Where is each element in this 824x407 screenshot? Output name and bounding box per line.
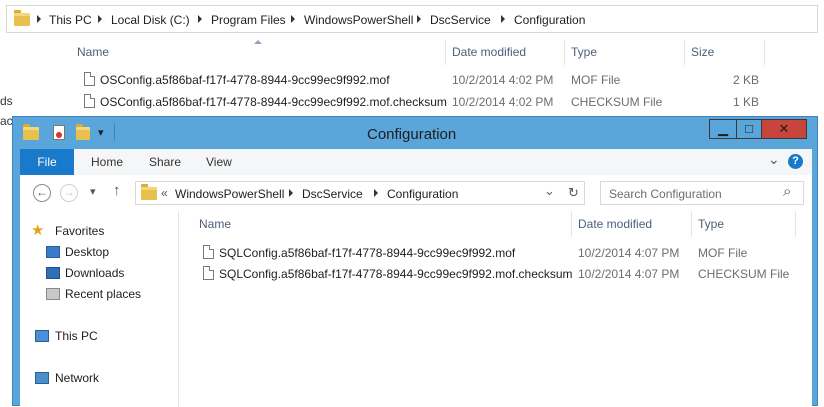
folder-icon bbox=[141, 184, 157, 200]
this-pc-icon bbox=[35, 330, 49, 342]
properties-icon[interactable] bbox=[53, 125, 65, 140]
network-icon bbox=[35, 372, 49, 384]
new-folder-icon[interactable] bbox=[76, 124, 90, 140]
breadcrumb-dscservice[interactable]: DscService bbox=[430, 13, 491, 27]
nav-item-favorites[interactable]: Favorites bbox=[55, 224, 104, 238]
file-icon bbox=[203, 266, 214, 280]
file-date: 10/2/2014 4:07 PM bbox=[578, 246, 680, 260]
address-bar[interactable]: « WindowsPowerShell DscService Configura… bbox=[135, 181, 585, 205]
breadcrumb-windowspowershell[interactable]: WindowsPowerShell bbox=[304, 13, 413, 27]
recent-locations-icon[interactable]: ▾ bbox=[90, 185, 96, 198]
column-header-name[interactable]: Name bbox=[199, 217, 231, 231]
sort-arrow-icon bbox=[254, 40, 262, 44]
background-address-bar[interactable]: This PC Local Disk (C:) Program Files Wi… bbox=[6, 5, 818, 33]
customize-quick-access-icon[interactable]: ▾ bbox=[98, 126, 104, 139]
file-type: CHECKSUM File bbox=[698, 267, 790, 281]
chevron-right-icon bbox=[37, 15, 41, 23]
chevron-right-icon bbox=[417, 15, 421, 23]
file-date: 10/2/2014 4:07 PM bbox=[578, 267, 680, 281]
title-separator bbox=[114, 123, 115, 141]
column-divider bbox=[571, 211, 572, 237]
folder-icon bbox=[14, 10, 30, 26]
file-size: 2 KB bbox=[733, 73, 760, 87]
breadcrumb-local-disk[interactable]: Local Disk (C:) bbox=[111, 13, 190, 27]
column-header-type[interactable]: Type bbox=[571, 45, 597, 59]
maximize-button[interactable]: □ bbox=[736, 119, 762, 139]
folder-icon bbox=[23, 124, 39, 140]
file-date: 10/2/2014 4:02 PM bbox=[452, 73, 554, 87]
up-button[interactable]: ↑ bbox=[113, 182, 121, 199]
nav-item-recent-places[interactable]: Recent places bbox=[65, 287, 141, 301]
star-icon: ★ bbox=[31, 222, 45, 239]
tab-file[interactable]: File bbox=[20, 149, 74, 175]
column-divider bbox=[764, 40, 765, 65]
search-icon[interactable]: ⌕ bbox=[783, 183, 791, 200]
content-area: ★ Favorites Desktop Downloads Recent pla… bbox=[20, 211, 812, 407]
address-overflow-icon[interactable]: « bbox=[161, 186, 168, 200]
file-type: MOF File bbox=[698, 246, 748, 260]
tab-share[interactable]: Share bbox=[149, 155, 181, 169]
breadcrumb-program-files[interactable]: Program Files bbox=[211, 13, 286, 27]
help-icon[interactable]: ? bbox=[788, 154, 803, 169]
column-header-name[interactable]: Name bbox=[77, 45, 109, 59]
file-size: 1 KB bbox=[733, 95, 760, 109]
background-nav-fragment: ac bbox=[0, 114, 13, 128]
ribbon-tabs: File Home Share View ⌄ ? bbox=[20, 149, 812, 176]
refresh-icon[interactable]: ↻ bbox=[568, 185, 579, 201]
column-header-date-modified[interactable]: Date modified bbox=[578, 217, 652, 231]
downloads-icon bbox=[46, 267, 60, 279]
file-name: SQLConfig.a5f86baf-f17f-4778-8944-9cc99e… bbox=[219, 267, 573, 281]
chevron-right-icon bbox=[501, 15, 505, 23]
forward-button[interactable]: → bbox=[60, 184, 78, 202]
address-dropdown-icon[interactable]: ⌄ bbox=[544, 183, 555, 199]
chevron-right-icon bbox=[291, 15, 295, 23]
desktop-icon bbox=[46, 246, 60, 258]
background-nav-fragment: ds bbox=[0, 94, 13, 108]
column-divider bbox=[684, 40, 685, 65]
back-button[interactable]: ← bbox=[33, 184, 51, 202]
close-button[interactable]: ✕ bbox=[761, 119, 807, 139]
chevron-right-icon bbox=[98, 15, 102, 23]
navigation-bar: ← → ▾ ↑ « WindowsPowerShell DscService C… bbox=[20, 175, 812, 211]
breadcrumb-configuration[interactable]: Configuration bbox=[387, 187, 458, 201]
minimize-button[interactable]: ▁ bbox=[709, 119, 737, 139]
column-divider bbox=[564, 40, 565, 65]
tab-home[interactable]: Home bbox=[91, 155, 123, 169]
file-date: 10/2/2014 4:02 PM bbox=[452, 95, 554, 109]
chevron-right-icon bbox=[198, 15, 202, 23]
column-header-type[interactable]: Type bbox=[698, 217, 724, 231]
chevron-right-icon bbox=[374, 189, 378, 197]
search-input[interactable]: Search Configuration bbox=[609, 187, 722, 201]
column-divider bbox=[691, 211, 692, 237]
file-name: OSConfig.a5f86baf-f17f-4778-8944-9cc99ec… bbox=[100, 95, 447, 109]
search-box[interactable]: Search Configuration ⌕ bbox=[600, 181, 804, 205]
column-header-date-modified[interactable]: Date modified bbox=[452, 45, 526, 59]
expand-ribbon-icon[interactable]: ⌄ bbox=[768, 151, 780, 168]
column-header-size[interactable]: Size bbox=[691, 45, 714, 59]
nav-item-desktop[interactable]: Desktop bbox=[65, 245, 109, 259]
window-title: Configuration bbox=[367, 126, 457, 143]
recent-places-icon bbox=[46, 288, 60, 300]
breadcrumb-windowspowershell[interactable]: WindowsPowerShell bbox=[175, 187, 284, 201]
nav-item-this-pc[interactable]: This PC bbox=[55, 329, 98, 343]
nav-item-downloads[interactable]: Downloads bbox=[65, 266, 124, 280]
tab-view[interactable]: View bbox=[206, 155, 232, 169]
breadcrumb-configuration[interactable]: Configuration bbox=[514, 13, 585, 27]
file-type: CHECKSUM File bbox=[571, 95, 663, 109]
chevron-right-icon bbox=[289, 189, 293, 197]
breadcrumb-this-pc[interactable]: This PC bbox=[49, 13, 92, 27]
breadcrumb-dscservice[interactable]: DscService bbox=[302, 187, 363, 201]
file-name: SQLConfig.a5f86baf-f17f-4778-8944-9cc99e… bbox=[219, 246, 516, 260]
explorer-window: ▾ Configuration ▁ □ ✕ File Home Share Vi… bbox=[12, 116, 818, 407]
file-icon bbox=[84, 72, 95, 86]
file-name: OSConfig.a5f86baf-f17f-4778-8944-9cc99ec… bbox=[100, 73, 390, 87]
file-icon bbox=[84, 94, 95, 108]
file-icon bbox=[203, 245, 214, 259]
nav-item-network[interactable]: Network bbox=[55, 371, 99, 385]
file-type: MOF File bbox=[571, 73, 621, 87]
column-divider bbox=[445, 40, 446, 65]
navigation-pane: ★ Favorites Desktop Downloads Recent pla… bbox=[20, 211, 179, 407]
column-divider bbox=[795, 211, 796, 237]
